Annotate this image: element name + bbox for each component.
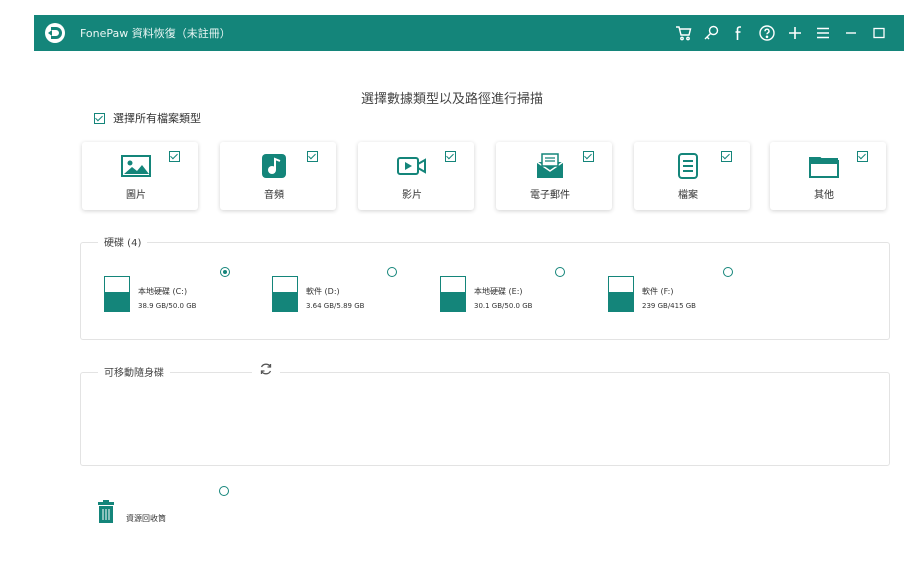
- file-type-label: 電子郵件: [530, 190, 570, 201]
- app-title: FonePaw 資料恢復（未註冊）: [80, 27, 231, 40]
- checkbox-icon[interactable]: [857, 151, 868, 162]
- file-type-image[interactable]: 圖片: [82, 142, 198, 210]
- drive-d[interactable]: 軟件 (D:) 3.64 GB/5.89 GB: [272, 274, 432, 314]
- file-type-label: 影片: [402, 190, 422, 201]
- checkbox-icon[interactable]: [169, 151, 180, 162]
- folder-icon: [809, 157, 839, 178]
- file-type-audio[interactable]: 音頻: [220, 142, 336, 210]
- drive-icon: [608, 276, 634, 312]
- drive-e-radio[interactable]: [555, 267, 565, 277]
- checkbox-icon[interactable]: [445, 151, 456, 162]
- drive-f[interactable]: 軟件 (F:) 239 GB/415 GB: [608, 274, 768, 314]
- music-icon: [262, 154, 286, 178]
- drive-icon: [104, 276, 130, 312]
- checkbox-icon[interactable]: [721, 151, 732, 162]
- hard-drives-label: 硬碟 (4): [98, 234, 148, 249]
- checkbox-icon[interactable]: [583, 151, 594, 162]
- plus-icon[interactable]: [782, 21, 808, 45]
- key-icon[interactable]: [698, 21, 724, 45]
- checkbox-icon[interactable]: [307, 151, 318, 162]
- drive-name: 本地硬碟 (C:): [138, 287, 188, 296]
- drive-size: 239 GB/415 GB: [642, 302, 696, 310]
- document-icon: [678, 153, 698, 179]
- drive-size: 30.1 GB/50.0 GB: [474, 302, 533, 310]
- drive-size: 3.64 GB/5.89 GB: [306, 302, 365, 310]
- drive-d-radio[interactable]: [387, 267, 397, 277]
- maximize-icon[interactable]: [866, 21, 892, 45]
- drive-c[interactable]: 本地硬碟 (C:) 38.9 GB/50.0 GB: [104, 274, 264, 314]
- cart-icon[interactable]: [670, 21, 696, 45]
- trash-icon: [98, 500, 114, 523]
- refresh-button[interactable]: [252, 362, 280, 376]
- drive-name: 本地硬碟 (E:): [474, 287, 523, 296]
- app-logo-icon: [45, 23, 65, 43]
- file-type-email[interactable]: 電子郵件: [496, 142, 612, 210]
- drive-size: 38.9 GB/50.0 GB: [138, 302, 197, 310]
- file-type-label: 音頻: [264, 190, 284, 201]
- removable-drives-label: 可移動隨身碟: [98, 364, 170, 379]
- menu-icon[interactable]: [810, 21, 836, 45]
- drive-e[interactable]: 本地硬碟 (E:) 30.1 GB/50.0 GB: [440, 274, 600, 314]
- file-type-label: 檔案: [678, 190, 698, 201]
- drive-icon: [272, 276, 298, 312]
- drive-c-radio[interactable]: [220, 267, 230, 277]
- video-icon: [397, 157, 426, 175]
- page-heading: 選擇數據類型以及路徑進行掃描: [360, 92, 543, 107]
- checkbox-icon[interactable]: [94, 112, 105, 124]
- facebook-icon[interactable]: [726, 21, 752, 45]
- recycle-bin-label: 資源回收筒: [126, 514, 166, 523]
- recycle-bin-radio[interactable]: [219, 486, 229, 496]
- file-type-label: 其他: [814, 190, 834, 201]
- drive-name: 軟件 (D:): [306, 287, 340, 296]
- file-type-other[interactable]: 其他: [770, 142, 886, 210]
- recycle-bin[interactable]: 資源回收筒: [96, 500, 236, 528]
- file-type-label: 圖片: [126, 190, 146, 201]
- email-icon: [536, 153, 564, 178]
- file-type-document[interactable]: 檔案: [634, 142, 750, 210]
- help-icon[interactable]: [754, 21, 780, 45]
- drive-icon: [440, 276, 466, 312]
- file-type-video[interactable]: 影片: [358, 142, 474, 210]
- removable-drives-panel: [80, 372, 890, 466]
- refresh-icon: [260, 363, 272, 375]
- image-icon: [121, 155, 151, 177]
- minimize-icon[interactable]: [838, 21, 864, 45]
- select-all-label: 選擇所有檔案類型: [113, 112, 201, 125]
- select-all-checkbox[interactable]: 選擇所有檔案類型: [94, 110, 201, 126]
- drive-name: 軟件 (F:): [642, 287, 674, 296]
- drive-f-radio[interactable]: [723, 267, 733, 277]
- title-bar: FonePaw 資料恢復（未註冊）: [34, 15, 904, 51]
